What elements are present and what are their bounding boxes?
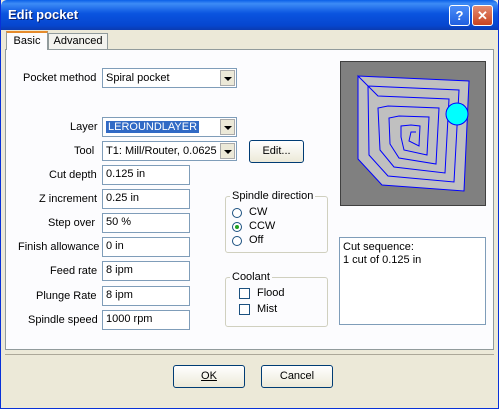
pocket-method-label: Pocket method — [23, 72, 97, 84]
tool-icon — [445, 102, 469, 126]
chevron-down-icon[interactable] — [220, 70, 235, 86]
radio-off-label[interactable]: Off — [249, 234, 263, 246]
radio-ccw[interactable] — [232, 222, 242, 232]
tool-value: T1: Mill/Router, 0.0625 — [106, 145, 217, 157]
z-increment-field[interactable]: 0.25 in — [102, 189, 190, 209]
layer-value: LEROUNDLAYER — [106, 121, 200, 133]
cut-sequence-box: Cut sequence: 1 cut of 0.125 in — [339, 237, 486, 325]
coolant-title: Coolant — [230, 271, 272, 283]
z-increment-label: Z increment — [39, 193, 98, 205]
checkbox-mist-label[interactable]: Mist — [257, 303, 277, 315]
chevron-down-icon[interactable] — [220, 143, 235, 159]
radio-cw[interactable] — [232, 208, 242, 218]
layer-label: Layer — [70, 121, 98, 133]
finish-allowance-field[interactable]: 0 in — [102, 237, 190, 257]
ok-label: OK — [201, 370, 217, 382]
coolant-group — [225, 277, 328, 327]
feed-rate-label: Feed rate — [50, 265, 98, 277]
title-bar[interactable]: Edit pocket ? ✕ — [1, 0, 498, 30]
spindle-direction-title: Spindle direction — [230, 190, 316, 202]
finish-allowance-label: Finish allowance — [18, 241, 100, 253]
tab-advanced[interactable]: Advanced — [48, 33, 108, 49]
cut-depth-label: Cut depth — [49, 169, 97, 181]
spindle-speed-field[interactable]: 1000 rpm — [102, 310, 190, 330]
edit-pocket-dialog: Edit pocket ? ✕ Basic Advanced Pocket me… — [0, 0, 499, 409]
cancel-button[interactable]: Cancel — [261, 365, 333, 388]
checkbox-mist[interactable] — [239, 304, 250, 315]
help-button[interactable]: ? — [449, 5, 470, 26]
edit-tool-button[interactable]: Edit... — [249, 140, 304, 163]
chevron-down-icon[interactable] — [220, 119, 235, 135]
pocket-method-select[interactable]: Spiral pocket — [102, 68, 237, 88]
checkbox-flood-label[interactable]: Flood — [257, 287, 285, 299]
cut-sequence-title: Cut sequence: — [343, 241, 414, 253]
tab-basic[interactable]: Basic — [6, 31, 48, 50]
radio-cw-label[interactable]: CW — [249, 206, 267, 218]
window-title: Edit pocket — [8, 7, 79, 22]
layer-select[interactable]: LEROUNDLAYER — [102, 117, 237, 137]
radio-ccw-label[interactable]: CCW — [249, 220, 275, 232]
feed-rate-field[interactable]: 8 ipm — [102, 261, 190, 281]
plunge-rate-field[interactable]: 8 ipm — [102, 286, 190, 306]
cut-sequence-detail: 1 cut of 0.125 in — [343, 254, 422, 266]
cancel-label: Cancel — [279, 370, 315, 382]
checkbox-flood[interactable] — [239, 288, 250, 299]
step-over-label: Step over — [48, 217, 96, 229]
tool-label: Tool — [74, 145, 95, 157]
tool-select[interactable]: T1: Mill/Router, 0.0625 — [102, 141, 237, 161]
plunge-rate-label: Plunge Rate — [36, 290, 97, 302]
cut-depth-field[interactable]: 0.125 in — [102, 165, 190, 185]
spiral-toolpath-graphic — [357, 74, 470, 192]
pocket-method-value: Spiral pocket — [106, 72, 170, 84]
spindle-speed-label: Spindle speed — [28, 314, 98, 326]
close-button[interactable]: ✕ — [472, 5, 493, 26]
step-over-field[interactable]: 50 % — [102, 213, 190, 233]
radio-off[interactable] — [232, 236, 242, 246]
divider — [5, 354, 494, 355]
toolpath-preview — [340, 61, 486, 206]
ok-button[interactable]: OK — [173, 365, 245, 388]
